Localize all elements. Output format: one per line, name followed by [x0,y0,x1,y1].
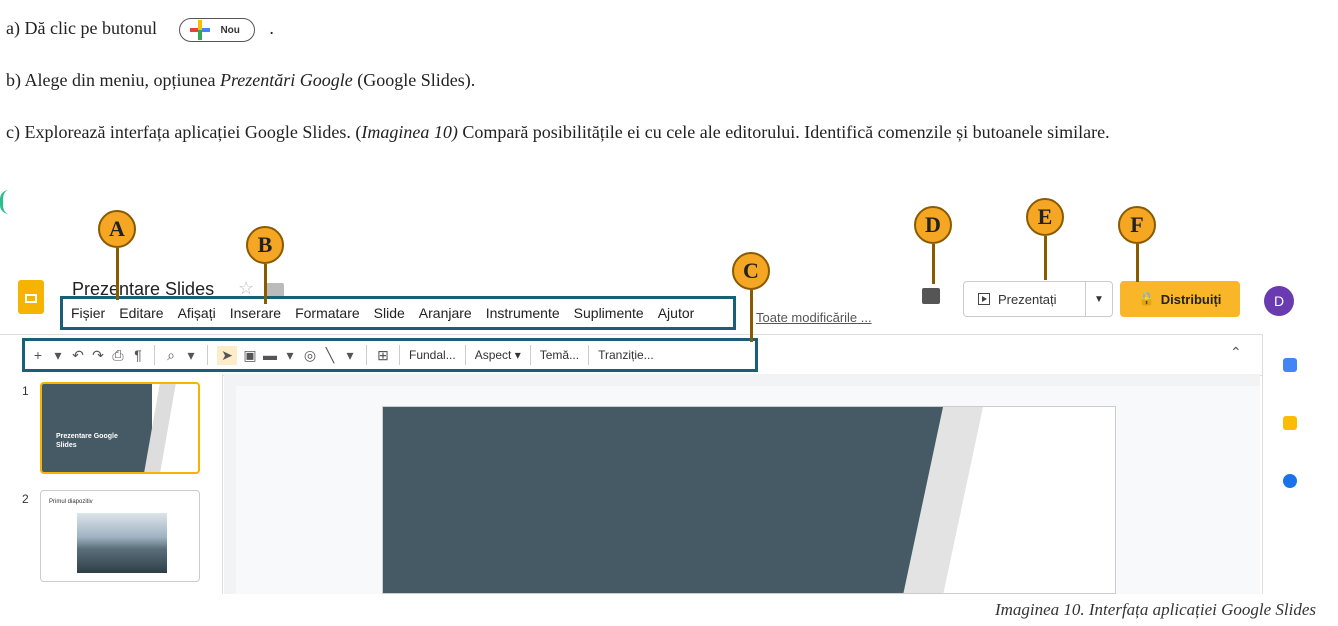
shape-icon[interactable]: ◎ [303,347,317,364]
menu-item-tools[interactable]: Instrumente [486,305,560,321]
line-icon[interactable]: ╲ [323,347,337,364]
present-label: Prezentați [998,291,1057,307]
figure-caption: Imaginea 10. Interfața aplicației Google… [994,600,1316,619]
instruction-b: b) Alege din meniu, opțiunea Prezentări … [6,70,475,91]
toolbar-divider [399,345,400,365]
redo-icon[interactable]: ↷ [91,347,105,364]
menu-item-insert[interactable]: Inserare [230,305,281,321]
line-dropdown-icon[interactable]: ▾ [343,347,357,364]
collapse-toolbar-icon[interactable]: ⌃ [1230,344,1242,361]
decorative-arc [0,190,9,214]
tasks-icon[interactable] [1283,474,1297,488]
image-dropdown-icon[interactable]: ▾ [283,347,297,364]
present-button[interactable]: Prezentați ▼ [963,281,1113,317]
menu-item-format[interactable]: Formatare [295,305,360,321]
toolbar-divider [529,345,531,365]
textbox-icon[interactable]: ▣ [243,347,257,364]
callout-e: E [1026,198,1064,236]
instruction-a-text: a) Dă clic pe butonul [6,18,157,39]
callout-d: D [914,206,952,244]
menu-bar: Fișier Editare Afișați Inserare Formatar… [60,296,736,330]
comment-add-icon[interactable]: ⊞ [376,347,390,364]
instruction-c-italic: Imaginea 10) [361,122,458,142]
callout-c-pointer [750,290,753,342]
select-cursor-icon[interactable]: ➤ [217,345,237,365]
callout-b: B [246,226,284,264]
menu-item-view[interactable]: Afișați [178,305,216,321]
toolbar-divider [464,345,466,365]
share-button[interactable]: 🔒 Distribuiți [1120,281,1240,317]
menu-item-help[interactable]: Ajutor [658,305,695,321]
instruction-b-italic: Prezentări Google [219,70,353,90]
image-icon[interactable]: ▬ [263,347,277,363]
folder-icon[interactable] [264,283,284,297]
calendar-icon[interactable] [1283,358,1297,372]
print-icon[interactable]: ⎙ [111,347,125,364]
comment-icon[interactable] [922,288,940,304]
callout-f: F [1118,206,1156,244]
slide-dark-panel [383,407,913,593]
instruction-c-prefix: c) Explorează interfața aplicației Googl… [6,122,362,142]
menu-item-slide[interactable]: Slide [374,305,405,321]
menu-item-arrange[interactable]: Aranjare [419,305,472,321]
paint-format-icon[interactable]: ¶ [131,347,145,363]
slide-thumbnail-2[interactable]: Primul diapozitiv [40,490,200,582]
present-dropdown-icon[interactable]: ▼ [1085,282,1112,316]
undo-icon[interactable]: ↶ [71,347,85,364]
lock-icon: 🔒 [1138,291,1155,306]
nou-button[interactable]: Nou [179,18,255,42]
background-button[interactable]: Fundal... [409,348,456,362]
present-icon [978,293,990,305]
layout-button[interactable]: Aspect ▾ [475,348,521,362]
toolbar-divider [154,345,155,365]
callout-d-pointer [932,244,935,284]
callout-f-pointer [1136,244,1139,282]
nou-button-label: Nou [220,24,240,36]
keep-icon[interactable] [1283,416,1297,430]
callout-e-pointer [1044,236,1047,280]
instruction-b-prefix: b) Alege din meniu, opțiunea [6,70,220,90]
right-sidebar [1262,334,1319,594]
slide-thumbnail-1[interactable]: Prezentare Google Slides [40,382,200,474]
thumb2-photo [77,513,167,573]
callout-a: A [98,210,136,248]
thumb-dark-panel [42,384,152,472]
thumb2-title: Primul diapozitiv [49,499,93,505]
zoom-dropdown-icon[interactable]: ▾ [184,347,198,364]
chevron-down-icon[interactable]: ▾ [51,347,65,364]
theme-button[interactable]: Temă... [540,348,579,362]
toolbar-divider [588,345,590,365]
current-slide[interactable] [382,406,1116,594]
instruction-a: a) Dă clic pe butonul Nou . [6,18,274,42]
callout-c: C [732,252,770,290]
toolbar: + ▾ ↶ ↷ ⎙ ¶ ⌕ ▾ ➤ ▣ ▬ ▾ ◎ ╲ ▾ ⊞ Fundal..… [22,338,758,372]
toolbar-divider [366,345,367,365]
new-slide-icon[interactable]: + [31,347,45,363]
toolbar-divider [207,345,208,365]
menu-item-edit[interactable]: Editare [119,305,163,321]
plus-icon [190,20,211,40]
menu-item-addons[interactable]: Suplimente [574,305,644,321]
slides-logo-icon[interactable] [18,280,44,314]
last-edit-link[interactable]: Toate modificările ... [756,310,872,325]
zoom-icon[interactable]: ⌕ [164,347,178,364]
callout-a-pointer [116,248,119,300]
menu-item-file[interactable]: Fișier [71,305,105,321]
transition-button[interactable]: Tranziție... [598,348,654,362]
share-label: Distribuiți [1160,291,1222,307]
instruction-a-suffix: . [269,18,274,39]
slide-number-1: 1 [22,384,29,398]
instruction-c-suffix: Compară posibilitățile ei cu cele ale ed… [457,122,1110,142]
avatar[interactable]: D [1264,286,1294,316]
callout-b-pointer [264,264,267,304]
instruction-b-suffix: (Google Slides). [352,70,476,90]
instruction-c: c) Explorează interfața aplicației Googl… [6,118,1338,146]
slide-number-2: 2 [22,492,29,506]
thumb1-title: Prezentare Google Slides [56,433,118,449]
